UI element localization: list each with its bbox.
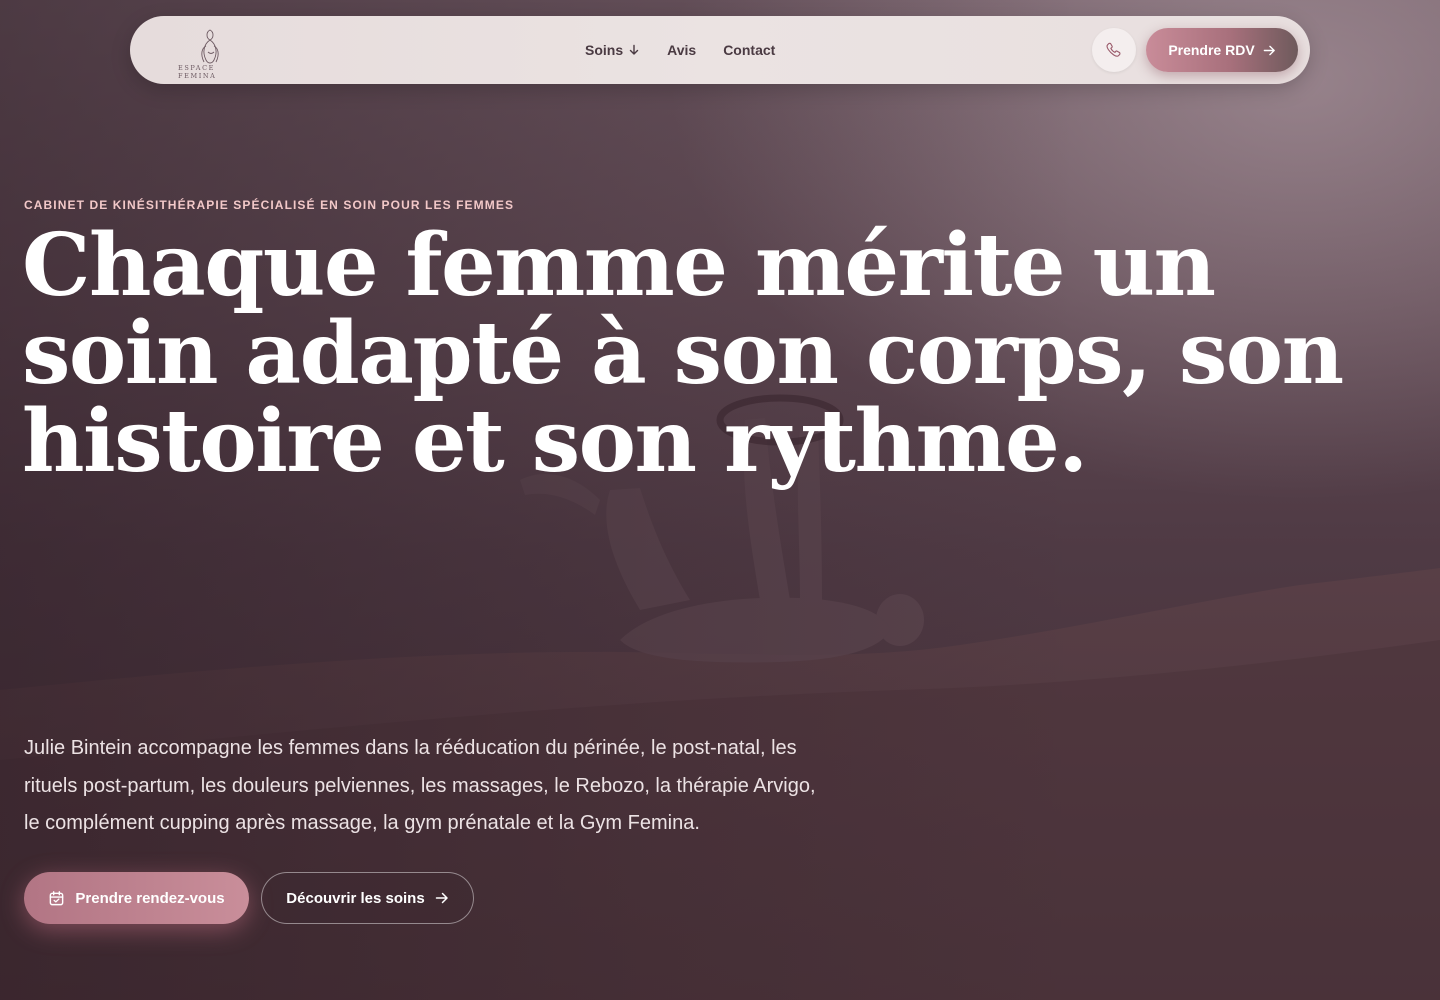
decouvrir-les-soins-button[interactable]: Découvrir les soins [261,872,474,924]
arrow-right-icon [1263,45,1275,55]
calendar-icon [50,890,64,905]
logo-text: ESPACE FEMINA [178,64,217,80]
description-line-3: le complément cupping après massage, la … [24,812,700,834]
nav-item-avis-label: Avis [667,42,697,58]
nav-item-soins-label: Soins [585,42,624,58]
arrow-right-icon [435,892,448,904]
headline-line-2: soin adapté à son corps, son [22,303,1344,404]
description-line-1: Julie Bintein accompagne les femmes dans… [24,737,797,759]
nav-item-contact[interactable]: Contact [723,42,775,58]
nav-item-contact-label: Contact [723,42,776,58]
decouvrir-les-soins-label: Découvrir les soins [286,889,425,907]
hero-eyebrow: CABINET DE KINÉSITHÉRAPIE SPÉCIALISÉ EN … [24,198,515,212]
nav-item-avis[interactable]: Avis [667,42,696,58]
prendre-rendez-vous-button[interactable]: Prendre rendez-vous [24,872,249,924]
headline-line-3: histoire et son rythme. [22,391,1088,492]
top-navigation: ESPACE FEMINA Soins Avis Contact Prendre… [130,16,1310,84]
phone-button[interactable] [1092,28,1136,72]
headline-line-1: Chaque femme mérite un [22,215,1216,316]
hero-background [0,0,1440,1000]
prendre-rendez-vous-label: Prendre rendez-vous [75,889,225,907]
hero-description: Julie Bintein accompagne les femmes dans… [24,730,874,843]
nav-item-soins[interactable]: Soins [585,42,640,58]
prendre-rdv-label: Prendre RDV [1168,42,1255,58]
prendre-rdv-button[interactable]: Prendre RDV [1146,28,1298,72]
nav-links: Soins Avis Contact [585,16,775,84]
description-line-2: rituels post-partum, les douleurs pelvie… [24,774,816,797]
hero-headline: Chaque femme mérite un soin adapté à son… [22,222,1422,486]
phone-icon [1106,42,1121,57]
arrow-down-icon [629,44,639,55]
logo-figure-icon [201,29,219,64]
